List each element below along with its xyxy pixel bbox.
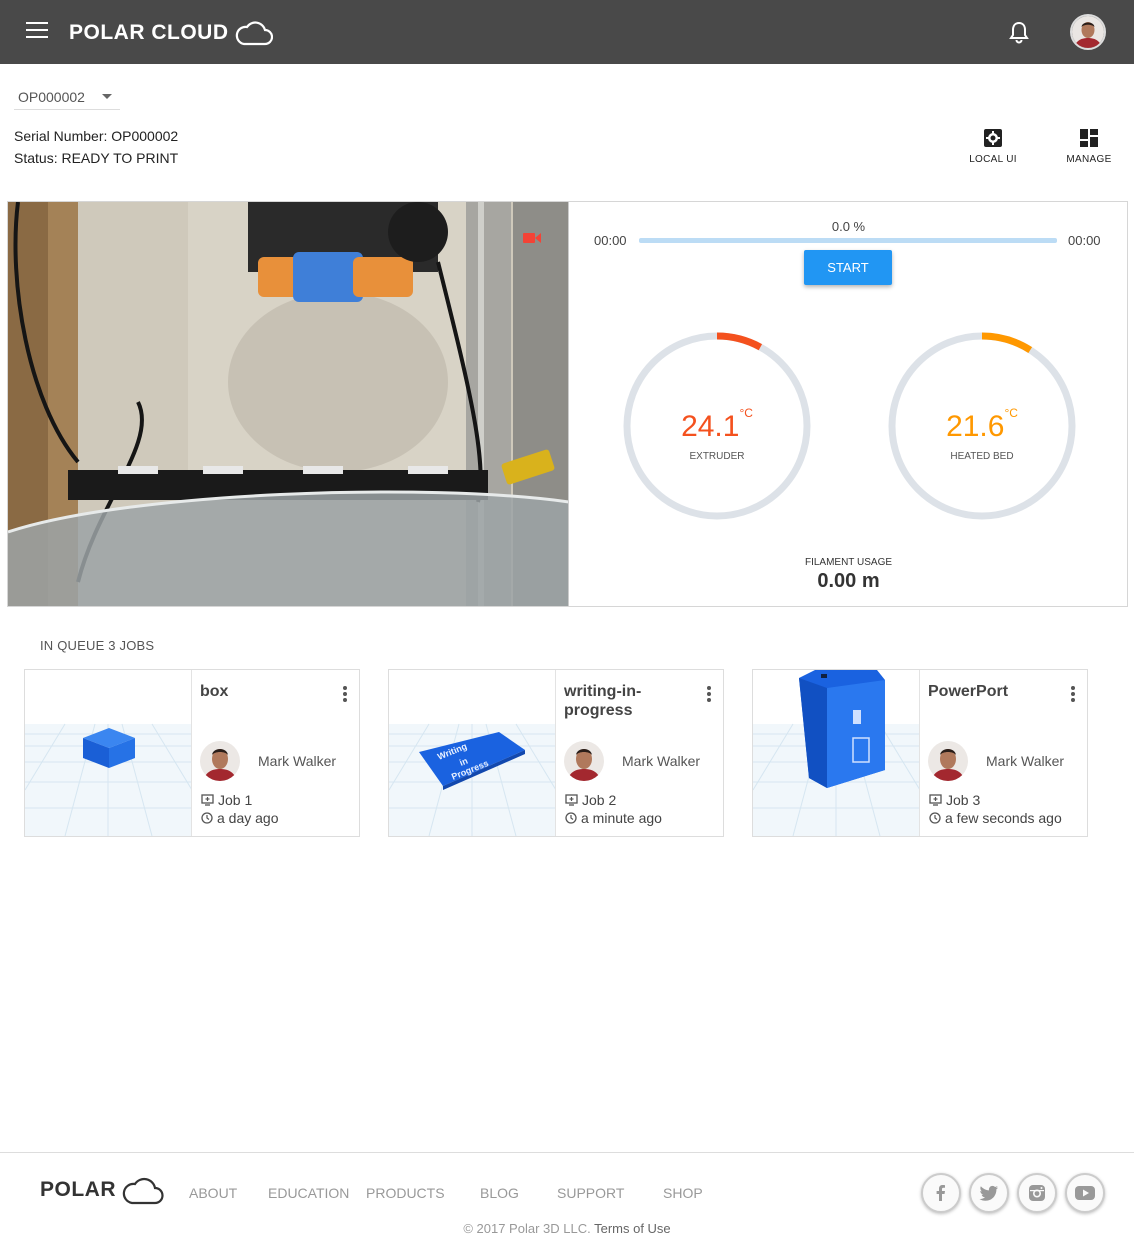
print-stats: 00:00 0.0 % 00:00 START 24.1°C EXTRUDER … xyxy=(570,202,1127,606)
job-title[interactable]: box xyxy=(200,682,320,701)
job-time-row: a few seconds ago xyxy=(929,810,1062,826)
job-time: a day ago xyxy=(217,810,279,826)
owner-avatar xyxy=(200,741,240,781)
queue-icon xyxy=(565,794,578,806)
footer-link-support[interactable]: SUPPORT xyxy=(557,1185,624,1201)
job-time-row: a day ago xyxy=(201,810,279,826)
job-thumbnail[interactable] xyxy=(753,670,920,836)
job-time: a minute ago xyxy=(581,810,662,826)
footer-link-education[interactable]: EDUCATION xyxy=(268,1185,349,1201)
copyright-text: © 2017 Polar 3D LLC. xyxy=(463,1221,591,1236)
serial-number: Serial Number: OP000002 xyxy=(14,128,179,144)
extruder-temp: 24.1 xyxy=(681,410,740,443)
copyright: © 2017 Polar 3D LLC. Terms of Use xyxy=(0,1221,1134,1236)
clock-icon xyxy=(565,812,577,824)
more-vert-icon[interactable] xyxy=(707,686,713,704)
record-icon[interactable] xyxy=(523,232,541,244)
filament-usage-label: FILAMENT USAGE xyxy=(804,557,893,568)
camera-feed xyxy=(8,202,569,606)
job-thumbnail[interactable]: Writing in Progress xyxy=(389,670,556,836)
twitter-icon[interactable] xyxy=(969,1173,1009,1213)
elapsed-time: 00:00 xyxy=(594,233,627,248)
job-number-row: Job 2 xyxy=(565,792,616,808)
footer-link-shop[interactable]: SHOP xyxy=(663,1185,703,1201)
cloud-icon xyxy=(235,21,273,46)
clock-icon xyxy=(929,812,941,824)
brand-name: POLAR CLOUD xyxy=(69,21,229,44)
owner-name: Mark Walker xyxy=(258,753,337,769)
owner-avatar xyxy=(564,741,604,781)
progress-percent: 0.0 % xyxy=(831,219,866,234)
extruder-label: EXTRUDER xyxy=(689,451,745,462)
dashboard-icon xyxy=(1080,129,1098,147)
job-thumbnail[interactable] xyxy=(25,670,192,836)
footer-link-about[interactable]: ABOUT xyxy=(189,1185,237,1201)
owner-name: Mark Walker xyxy=(622,753,701,769)
bell-icon[interactable] xyxy=(1008,20,1030,44)
footer-divider xyxy=(0,1152,1134,1153)
queue-icon xyxy=(929,794,942,806)
chevron-down-icon xyxy=(102,94,112,99)
footer-link-blog[interactable]: BLOG xyxy=(480,1185,519,1201)
bed-label: HEATED BED xyxy=(950,451,1014,462)
bed-unit: °C xyxy=(1004,406,1018,420)
job-time: a few seconds ago xyxy=(945,810,1062,826)
extruder-unit: °C xyxy=(739,406,753,420)
user-avatar[interactable] xyxy=(1070,14,1106,50)
queue-title: IN QUEUE 3 JOBS xyxy=(40,638,155,653)
printer-select-value: OP000002 xyxy=(18,89,85,105)
extruder-gauge: 24.1°C EXTRUDER xyxy=(621,330,813,522)
job-number: Job 1 xyxy=(218,792,253,808)
instagram-icon[interactable] xyxy=(1017,1173,1057,1213)
cloud-icon xyxy=(122,1177,164,1205)
facebook-icon[interactable] xyxy=(921,1173,961,1213)
more-vert-icon[interactable] xyxy=(1071,686,1077,704)
remaining-time: 00:00 xyxy=(1068,233,1101,248)
job-time-row: a minute ago xyxy=(565,810,662,826)
job-card[interactable]: PowerPort Mark Walker Job 3 a few second… xyxy=(752,669,1088,837)
local-ui-button[interactable]: LOCAL UI xyxy=(961,128,1025,174)
job-card[interactable]: Writing in Progress writing-in-progress … xyxy=(388,669,724,837)
extruder-reading: 24.1°C xyxy=(621,406,813,444)
manage-button[interactable]: MANAGE xyxy=(1057,128,1121,174)
menu-icon[interactable] xyxy=(26,22,48,40)
brand-logo[interactable]: POLAR CLOUD xyxy=(69,18,273,48)
clock-icon xyxy=(201,812,213,824)
printer-panel: 00:00 0.0 % 00:00 START 24.1°C EXTRUDER … xyxy=(7,201,1128,607)
footer-logo[interactable]: POLAR xyxy=(40,1174,164,1206)
owner-name: Mark Walker xyxy=(986,753,1065,769)
footer-logo-text: POLAR xyxy=(40,1178,116,1201)
printer-select-dropdown[interactable]: OP000002 xyxy=(14,84,120,110)
youtube-icon[interactable] xyxy=(1065,1173,1105,1213)
printer-status: Status: READY TO PRINT xyxy=(14,150,179,166)
top-app-bar: POLAR CLOUD xyxy=(0,0,1134,64)
bed-reading: 21.6°C xyxy=(886,406,1078,444)
start-button[interactable]: START xyxy=(804,250,892,285)
local-ui-icon xyxy=(984,129,1002,147)
owner-avatar xyxy=(928,741,968,781)
progress-bar xyxy=(639,238,1057,243)
heated-bed-gauge: 21.6°C HEATED BED xyxy=(886,330,1078,522)
footer-link-products[interactable]: PRODUCTS xyxy=(366,1185,445,1201)
local-ui-label: LOCAL UI xyxy=(969,154,1017,165)
job-number: Job 2 xyxy=(582,792,617,808)
bed-temp: 21.6 xyxy=(946,410,1005,443)
job-card[interactable]: box Mark Walker Job 1 a day ago xyxy=(24,669,360,837)
job-number-row: Job 3 xyxy=(929,792,980,808)
filament-usage-value: 0.00 m xyxy=(817,570,880,592)
job-number-row: Job 1 xyxy=(201,792,252,808)
job-title[interactable]: writing-in-progress xyxy=(564,682,684,720)
queue-icon xyxy=(201,794,214,806)
job-title[interactable]: PowerPort xyxy=(928,682,1048,701)
terms-of-use-link[interactable]: Terms of Use xyxy=(594,1221,671,1236)
more-vert-icon[interactable] xyxy=(343,686,349,704)
manage-label: MANAGE xyxy=(1066,154,1112,165)
job-number: Job 3 xyxy=(946,792,981,808)
